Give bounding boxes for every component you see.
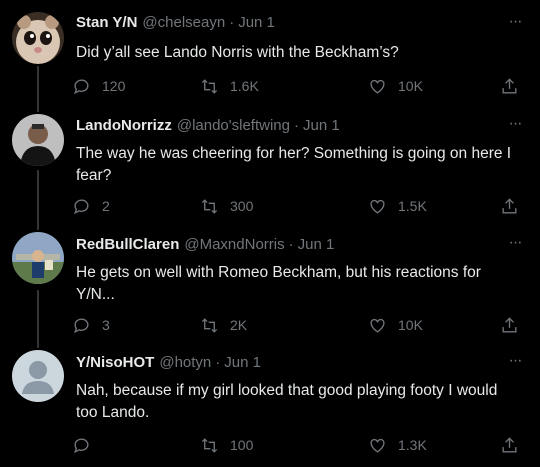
display-name[interactable]: Stan Y/N	[76, 13, 137, 33]
like-icon	[370, 79, 385, 94]
reply-icon	[73, 199, 89, 214]
share-icon	[502, 77, 517, 94]
reply-button[interactable]: 120	[72, 75, 125, 97]
reply-button[interactable]: 2	[72, 195, 110, 217]
more-icon[interactable]: ···	[504, 353, 526, 369]
retweet-count: 100	[230, 437, 254, 453]
retweet-icon	[201, 198, 218, 214]
like-count: 10K	[398, 78, 423, 94]
reply-button[interactable]	[72, 434, 102, 456]
retweet-count: 2K	[230, 317, 248, 333]
reply-count: 2	[102, 198, 110, 214]
retweet-icon	[201, 317, 218, 333]
tweet-actions: 3 2K 10K	[72, 314, 532, 336]
share-button[interactable]	[500, 434, 519, 456]
separator-dot: ·	[288, 236, 294, 253]
share-icon	[502, 316, 517, 333]
like-icon	[370, 318, 385, 333]
reply-icon	[73, 438, 89, 453]
like-count: 10K	[398, 317, 423, 333]
retweet-icon	[201, 78, 218, 94]
share-button[interactable]	[500, 314, 519, 336]
share-icon	[502, 197, 517, 214]
more-icon[interactable]: ···	[504, 14, 526, 30]
share-icon	[502, 436, 517, 453]
reply-count: 3	[102, 317, 110, 333]
tweet-text: The way he was cheering for her? Somethi…	[76, 145, 512, 184]
retweet-button[interactable]: 100	[200, 434, 253, 456]
retweet-button[interactable]: 2K	[200, 314, 247, 336]
tweet-date[interactable]: Jun 1	[303, 116, 340, 136]
tweet-text: Did y’all see Lando Norris with the Beck…	[76, 44, 399, 61]
avatar[interactable]	[12, 12, 64, 64]
separator-dot: ·	[229, 14, 235, 31]
retweet-count: 1.6K	[230, 78, 259, 94]
retweet-count: 300	[230, 198, 254, 214]
avatar[interactable]	[12, 232, 64, 284]
tweet[interactable]: RedBullClaren @MaxndNorris · Jun 1 ··· H…	[0, 230, 540, 348]
more-icon[interactable]: ···	[504, 116, 526, 132]
retweet-button[interactable]: 300	[200, 195, 253, 217]
reply-icon	[73, 318, 89, 333]
tweet-date[interactable]: Jun 1	[224, 353, 261, 373]
like-button[interactable]: 10K	[368, 75, 423, 97]
share-button[interactable]	[500, 75, 519, 97]
more-icon[interactable]: ···	[504, 235, 526, 251]
separator-dot: ·	[215, 354, 221, 371]
separator-dot: ·	[294, 117, 299, 134]
tweet[interactable]: Stan Y/N @chelseayn · Jun 1 ··· Did y’al…	[0, 0, 540, 110]
tweet-date[interactable]: Jun 1	[298, 235, 335, 255]
like-icon	[370, 199, 385, 214]
tweet[interactable]: Y/NisoHOT @hotyn · Jun 1 ··· Nah, becaus…	[0, 348, 540, 467]
share-button[interactable]	[500, 195, 519, 217]
display-name[interactable]: LandoNorrizz	[76, 116, 172, 136]
tweet-text: He gets on well with Romeo Beckham, but …	[76, 264, 481, 303]
like-count: 1.3K	[398, 437, 427, 453]
user-handle[interactable]: @hotyn	[159, 353, 211, 373]
like-icon	[370, 438, 385, 453]
like-button[interactable]: 1.5K	[368, 195, 427, 217]
tweet-actions: 120 1.6K 10K	[72, 75, 532, 97]
reply-count: 120	[102, 78, 126, 94]
reply-icon	[73, 79, 89, 94]
avatar[interactable]	[12, 350, 64, 402]
user-handle[interactable]: @chelseayn	[142, 13, 225, 33]
tweet-date[interactable]: Jun 1	[238, 13, 275, 33]
tweet-thread: Stan Y/N @chelseayn · Jun 1 ··· Did y’al…	[0, 0, 540, 467]
like-button[interactable]: 1.3K	[368, 434, 427, 456]
reply-button[interactable]: 3	[72, 314, 110, 336]
tweet-actions: 2 300 1.5K	[72, 195, 532, 217]
display-name[interactable]: RedBullClaren	[76, 235, 179, 255]
retweet-icon	[201, 437, 218, 453]
tweet-text: Nah, because if my girl looked that good…	[76, 382, 498, 421]
tweet[interactable]: LandoNorrizz @lando'sleftwing · Jun 1 ··…	[0, 110, 540, 230]
display-name[interactable]: Y/NisoHOT	[76, 353, 154, 373]
like-count: 1.5K	[398, 198, 427, 214]
avatar[interactable]	[12, 114, 64, 166]
retweet-button[interactable]: 1.6K	[200, 75, 259, 97]
tweet-actions: 100 1.3K	[72, 434, 532, 456]
user-handle[interactable]: @MaxndNorris	[184, 235, 284, 255]
like-button[interactable]: 10K	[368, 314, 423, 336]
user-handle[interactable]: @lando'sleftwing	[177, 116, 290, 136]
